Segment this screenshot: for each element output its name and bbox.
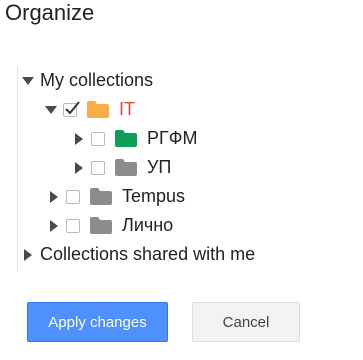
lichno-checkbox[interactable] — [66, 218, 80, 233]
tree-item-lichno[interactable]: Лично — [46, 211, 173, 240]
expand-arrow-right-icon[interactable] — [46, 218, 62, 234]
lichno-label: Лично — [122, 215, 174, 235]
dialog-title: Organize — [5, 0, 95, 25]
tempus-label: Tempus — [122, 186, 186, 206]
tempus-checkbox[interactable] — [66, 189, 80, 204]
apply-changes-button[interactable]: Apply changes — [27, 302, 168, 342]
collections-tree: My collections IT РГФМ УП Tempus Лично C… — [17, 66, 363, 272]
expand-arrow-right-icon[interactable] — [46, 189, 62, 205]
folder-gray-icon — [90, 217, 112, 234]
tree-item-my-collections[interactable]: My collections — [20, 66, 153, 95]
up-checkbox[interactable] — [91, 160, 105, 175]
expand-arrow-right-icon[interactable] — [71, 131, 87, 147]
expand-arrow-right-icon[interactable] — [20, 247, 36, 263]
my-collections-label: My collections — [40, 70, 154, 90]
expand-arrow-right-icon[interactable] — [71, 160, 87, 176]
tree-item-rgfm[interactable]: РГФМ — [71, 124, 197, 153]
tree-item-tempus[interactable]: Tempus — [46, 182, 185, 211]
rgfm-label: РГФМ — [147, 128, 198, 148]
folder-gray-icon — [90, 188, 112, 205]
tree-item-shared[interactable]: Collections shared with me — [20, 240, 255, 269]
it-checkbox[interactable] — [63, 100, 80, 117]
folder-orange-icon — [87, 101, 109, 118]
tree-item-it[interactable]: IT — [43, 95, 135, 124]
up-label: УП — [147, 157, 172, 177]
shared-collections-label: Collections shared with me — [40, 244, 256, 264]
folder-green-icon — [115, 130, 137, 147]
folder-gray-icon — [115, 159, 137, 176]
expand-arrow-down-icon[interactable] — [20, 73, 36, 89]
cancel-button[interactable]: Cancel — [192, 302, 300, 342]
rgfm-checkbox[interactable] — [91, 131, 105, 146]
it-label: IT — [119, 99, 135, 119]
expand-arrow-down-icon[interactable] — [43, 102, 59, 118]
tree-item-up[interactable]: УП — [71, 153, 171, 182]
